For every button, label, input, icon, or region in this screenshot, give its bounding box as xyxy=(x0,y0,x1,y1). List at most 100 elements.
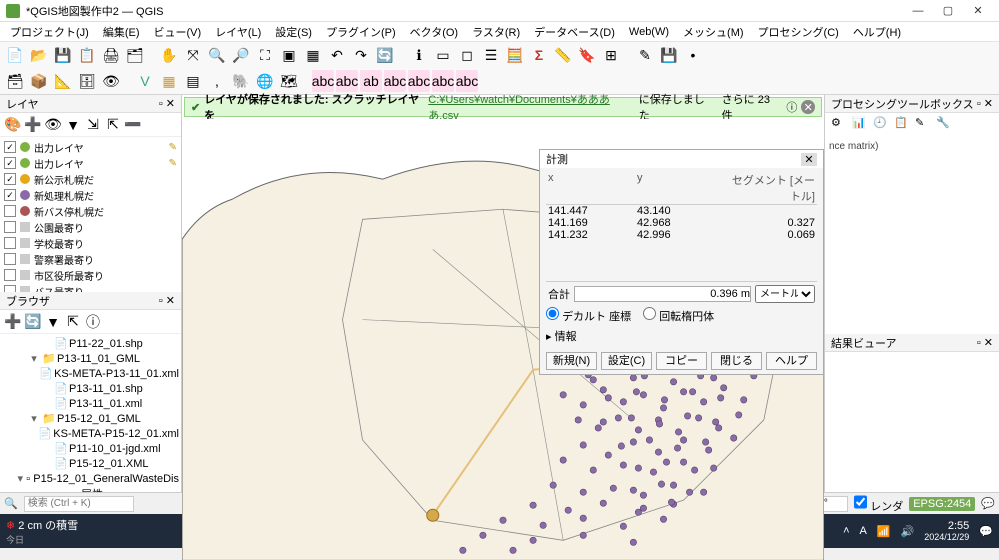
menu-item[interactable]: ビュー(V) xyxy=(148,22,208,42)
filter-icon[interactable]: ▼ xyxy=(64,116,82,134)
add-group-icon[interactable]: ➕ xyxy=(24,116,42,134)
layer-checkbox[interactable] xyxy=(4,269,16,281)
delimited-icon[interactable]: , xyxy=(206,70,228,92)
add-feature-icon[interactable]: • xyxy=(682,44,704,66)
postgis-icon[interactable]: 🐘 xyxy=(230,70,252,92)
zoom-next-icon[interactable]: ↷ xyxy=(350,44,372,66)
layer-row[interactable]: 警察署最寄り xyxy=(2,251,179,267)
layer-checkbox[interactable]: ✓ xyxy=(4,157,16,169)
menu-item[interactable]: ヘルプ(H) xyxy=(847,22,907,42)
browser-item[interactable]: 📄P11-22_01.shp xyxy=(2,336,179,351)
dock-controls[interactable]: ▫ ✕ xyxy=(977,336,993,349)
browser-item[interactable]: 📄P15-12_01.XML xyxy=(2,456,179,471)
label-2-icon[interactable]: abc xyxy=(336,70,358,92)
ellipsoid-radio[interactable]: 回転楕円体 xyxy=(643,307,714,324)
layout-manager-icon[interactable]: 🗂 xyxy=(124,44,146,66)
new-button[interactable]: 新規(N) xyxy=(546,352,597,370)
zoom-last-icon[interactable]: ↶ xyxy=(326,44,348,66)
data-source-icon[interactable]: 🗃 xyxy=(4,70,26,92)
label-7-icon[interactable]: abc xyxy=(456,70,478,92)
menu-item[interactable]: ラスタ(R) xyxy=(466,22,526,42)
print-layout-icon[interactable]: 🖨 xyxy=(100,44,122,66)
dock-controls[interactable]: ▫ ✕ xyxy=(977,97,993,110)
crs-button[interactable]: EPSG:2454 xyxy=(909,497,975,511)
zoom-full-icon[interactable]: ⛶ xyxy=(254,44,276,66)
toolbox-icon[interactable]: ⚙ xyxy=(831,116,849,134)
toggle-edit-icon[interactable]: ✎ xyxy=(634,44,656,66)
browser-item[interactable]: ▾📁P13-11_01_GML xyxy=(2,351,179,366)
unit-select[interactable]: メートル xyxy=(755,285,815,303)
browser-item[interactable]: 📄KS-META-P13-11_01.xml xyxy=(2,366,179,381)
tile-scale-icon[interactable]: ⊞ xyxy=(600,44,622,66)
layer-row[interactable]: 学校最寄り xyxy=(2,235,179,251)
measure-close-icon[interactable]: ✕ xyxy=(801,153,817,166)
remove-icon[interactable]: ➖ xyxy=(124,116,142,134)
pan-to-selection-icon[interactable]: ⤧ xyxy=(182,44,204,66)
config-button[interactable]: 設定(C) xyxy=(601,352,652,370)
label-6-icon[interactable]: abc xyxy=(432,70,454,92)
close-button[interactable]: ✕ xyxy=(963,1,993,21)
menu-item[interactable]: ベクタ(O) xyxy=(404,22,464,42)
zoom-in-icon[interactable]: 🔍 xyxy=(206,44,228,66)
attributes-icon[interactable]: ☰ xyxy=(480,44,502,66)
add-layer-icon[interactable]: ➕ xyxy=(4,313,22,331)
xyz-icon[interactable]: 🗺 xyxy=(278,70,300,92)
layer-row[interactable]: 新バス停札幌だ xyxy=(2,203,179,219)
layer-checkbox[interactable] xyxy=(4,237,16,249)
save-icon[interactable]: 💾 xyxy=(52,44,74,66)
browser-item[interactable]: 📄P11-10_01-jgd.xml xyxy=(2,441,179,456)
info-expander[interactable]: ▸ 情報 xyxy=(546,328,817,344)
measure-icon[interactable]: 📏 xyxy=(552,44,574,66)
zoom-layer-icon[interactable]: ▦ xyxy=(302,44,324,66)
label-5-icon[interactable]: abc xyxy=(408,70,430,92)
menu-item[interactable]: メッシュ(M) xyxy=(677,22,750,42)
model-icon[interactable]: 📊 xyxy=(852,116,870,134)
stats-icon[interactable]: Σ xyxy=(528,44,550,66)
menu-item[interactable]: プロセシング(C) xyxy=(752,22,845,42)
layer-row[interactable]: ✓新公示札幌だ xyxy=(2,171,179,187)
browser-item[interactable]: 📄P13-11_01.shp xyxy=(2,381,179,396)
filter-browser-icon[interactable]: ▼ xyxy=(44,313,62,331)
cartesian-radio[interactable]: デカルト 座標 xyxy=(546,307,631,324)
new-spatialite-icon[interactable]: 🗄 xyxy=(76,70,98,92)
menu-item[interactable]: 編集(E) xyxy=(97,22,146,42)
dock-controls[interactable]: ▫ ✕ xyxy=(159,294,175,307)
tray-lang[interactable]: A xyxy=(860,525,867,537)
tray-volume-icon[interactable]: 🔊 xyxy=(901,525,915,538)
close-button[interactable]: 閉じる xyxy=(711,352,762,370)
messages-icon[interactable]: 💬 xyxy=(981,497,995,510)
tray-wifi-icon[interactable]: 📶 xyxy=(877,525,891,538)
style-icon[interactable]: 🎨 xyxy=(4,116,22,134)
new-geopackage-icon[interactable]: 📦 xyxy=(28,70,50,92)
results-icon[interactable]: 📋 xyxy=(894,116,912,134)
layer-checkbox[interactable]: ✓ xyxy=(4,189,16,201)
label-4-icon[interactable]: abc xyxy=(384,70,406,92)
notifications-icon[interactable]: 💬 xyxy=(979,525,993,538)
options-icon[interactable]: 🔧 xyxy=(936,116,954,134)
layer-row[interactable]: ✓出力レイヤ✎ xyxy=(2,155,179,171)
minimize-button[interactable]: — xyxy=(903,1,933,21)
raster-icon[interactable]: ▦ xyxy=(158,70,180,92)
layer-checkbox[interactable] xyxy=(4,205,16,217)
new-shapefile-icon[interactable]: 📐 xyxy=(52,70,74,92)
notice-info-icon[interactable]: ⓘ xyxy=(786,99,797,115)
weather-widget[interactable]: ❄ 2 cm の積雪 今日 xyxy=(6,517,78,546)
collapse-icon[interactable]: ⇱ xyxy=(104,116,122,134)
properties-icon[interactable]: ⓘ xyxy=(84,313,102,331)
map-canvas[interactable]: 計測 ✕ x y セグメント [メートル] 141.44743.140141.1… xyxy=(182,119,824,492)
layer-row[interactable]: 公園最寄り xyxy=(2,219,179,235)
expand-icon[interactable]: ⇲ xyxy=(84,116,102,134)
save-edits-icon[interactable]: 💾 xyxy=(658,44,680,66)
copy-button[interactable]: コピー xyxy=(656,352,707,370)
zoom-out-icon[interactable]: 🔎 xyxy=(230,44,252,66)
menu-item[interactable]: レイヤ(L) xyxy=(209,22,267,42)
menu-item[interactable]: Web(W) xyxy=(623,24,675,40)
locator-input[interactable] xyxy=(24,496,134,512)
select-icon[interactable]: ▭ xyxy=(432,44,454,66)
wms-icon[interactable]: 🌐 xyxy=(254,70,276,92)
new-project-icon[interactable]: 📄 xyxy=(4,44,26,66)
browser-item[interactable]: 📄KS-META-P15-12_01.xml xyxy=(2,426,179,441)
mesh-icon[interactable]: ▤ xyxy=(182,70,204,92)
browser-item[interactable]: 📄P13-11_01.xml xyxy=(2,396,179,411)
field-calc-icon[interactable]: 🧮 xyxy=(504,44,526,66)
